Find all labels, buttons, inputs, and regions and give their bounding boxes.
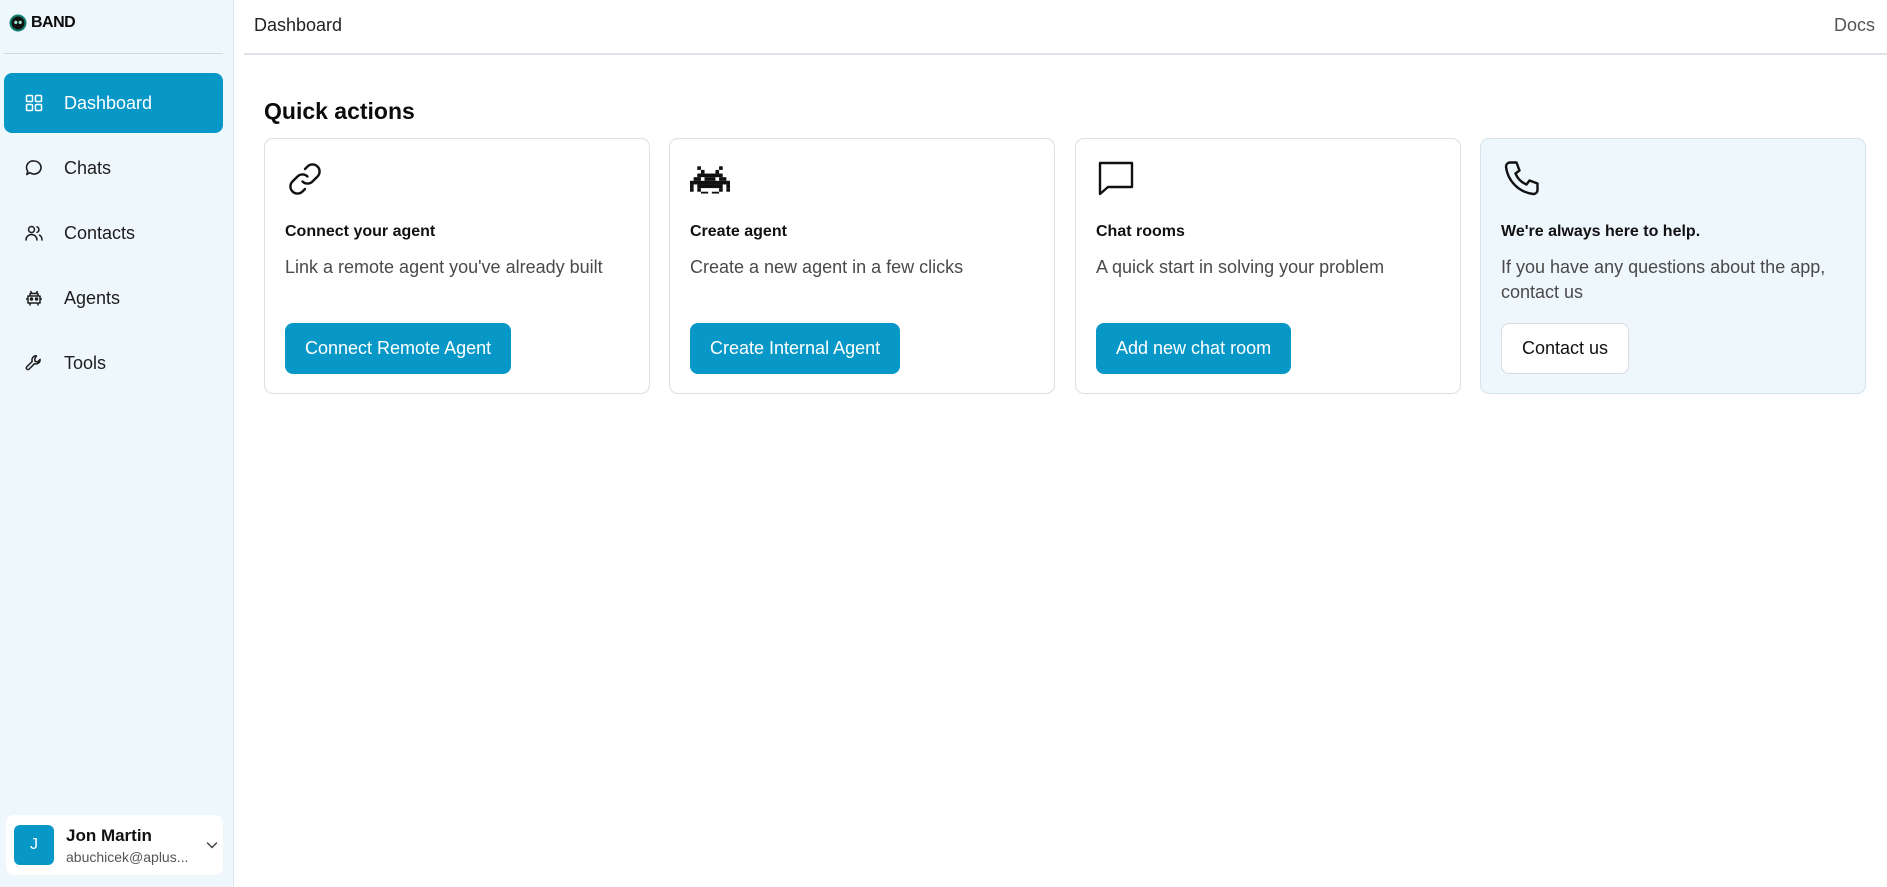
contact-us-button[interactable]: Contact us (1501, 323, 1630, 374)
sidebar-item-chats[interactable]: Chats (4, 138, 223, 198)
user-name: Jon Martin (66, 825, 152, 845)
sidebar-nav: Dashboard Chats Contacts Agents Tools (4, 73, 223, 398)
sidebar-item-label: Chats (64, 157, 112, 178)
brand[interactable]: BAND (9, 12, 76, 34)
sidebar-item-agents[interactable]: Agents (4, 268, 223, 328)
sidebar-item-label: Agents (64, 287, 121, 308)
add-new-chat-room-button[interactable]: Add new chat room (1096, 323, 1292, 374)
card-description: A quick start in solving your problem (1096, 257, 1385, 277)
sidebar-divider (4, 53, 223, 54)
sidebar-item-dashboard[interactable]: Dashboard (4, 73, 223, 133)
page-title: Quick actions (264, 98, 415, 124)
create-internal-agent-button[interactable]: Create Internal Agent (690, 323, 901, 374)
chat-bubble-icon (25, 160, 42, 176)
sidebar: BAND Dashboard Chats Contacts Agents Too… (0, 0, 234, 887)
phone-icon (1504, 161, 1539, 196)
wrench-icon (25, 355, 41, 371)
user-info: Jon Martin abuchicek@aplus... (66, 826, 194, 865)
dashboard-grid-icon (25, 94, 43, 112)
user-email: abuchicek@aplus... (66, 848, 189, 865)
sidebar-item-tools[interactable]: Tools (4, 333, 223, 393)
help-card: We're always here to help. If you have a… (1480, 138, 1866, 394)
card-title: Create agent (690, 223, 787, 240)
sidebar-item-label: Contacts (64, 222, 136, 243)
chat-rooms-card: Chat rooms A quick start in solving your… (1075, 138, 1461, 394)
connect-agent-card: Connect your agent Link a remote agent y… (264, 138, 650, 394)
space-invader-icon (690, 166, 730, 194)
card-title: Connect your agent (285, 223, 436, 240)
card-title: Chat rooms (1096, 223, 1185, 240)
chat-square-icon (1098, 161, 1134, 196)
user-menu[interactable]: J Jon Martin abuchicek@aplus... (6, 815, 223, 875)
agents-icon (26, 290, 42, 306)
chevron-down-icon[interactable] (204, 837, 220, 853)
link-icon (289, 163, 321, 195)
connect-remote-agent-button[interactable]: Connect Remote Agent (285, 323, 512, 374)
sidebar-item-contacts[interactable]: Contacts (4, 203, 223, 263)
brand-name: BAND (31, 14, 76, 31)
card-description: If you have any questions about the app,… (1501, 257, 1826, 302)
card-description: Create a new agent in a few clicks (690, 257, 964, 277)
card-title: We're always here to help. (1501, 223, 1701, 240)
card-description: Link a remote agent you've already built (285, 257, 603, 277)
users-icon (25, 225, 43, 241)
band-logo-icon (9, 14, 27, 32)
docs-link[interactable]: Docs (1834, 15, 1875, 36)
avatar: J (14, 825, 54, 865)
sidebar-item-label: Tools (64, 352, 107, 373)
sidebar-item-label: Dashboard (64, 92, 153, 113)
breadcrumb: Dashboard (254, 15, 343, 35)
create-agent-card: Create agent Create a new agent in a few… (669, 138, 1055, 394)
topbar: Dashboard Docs (244, 0, 1887, 55)
